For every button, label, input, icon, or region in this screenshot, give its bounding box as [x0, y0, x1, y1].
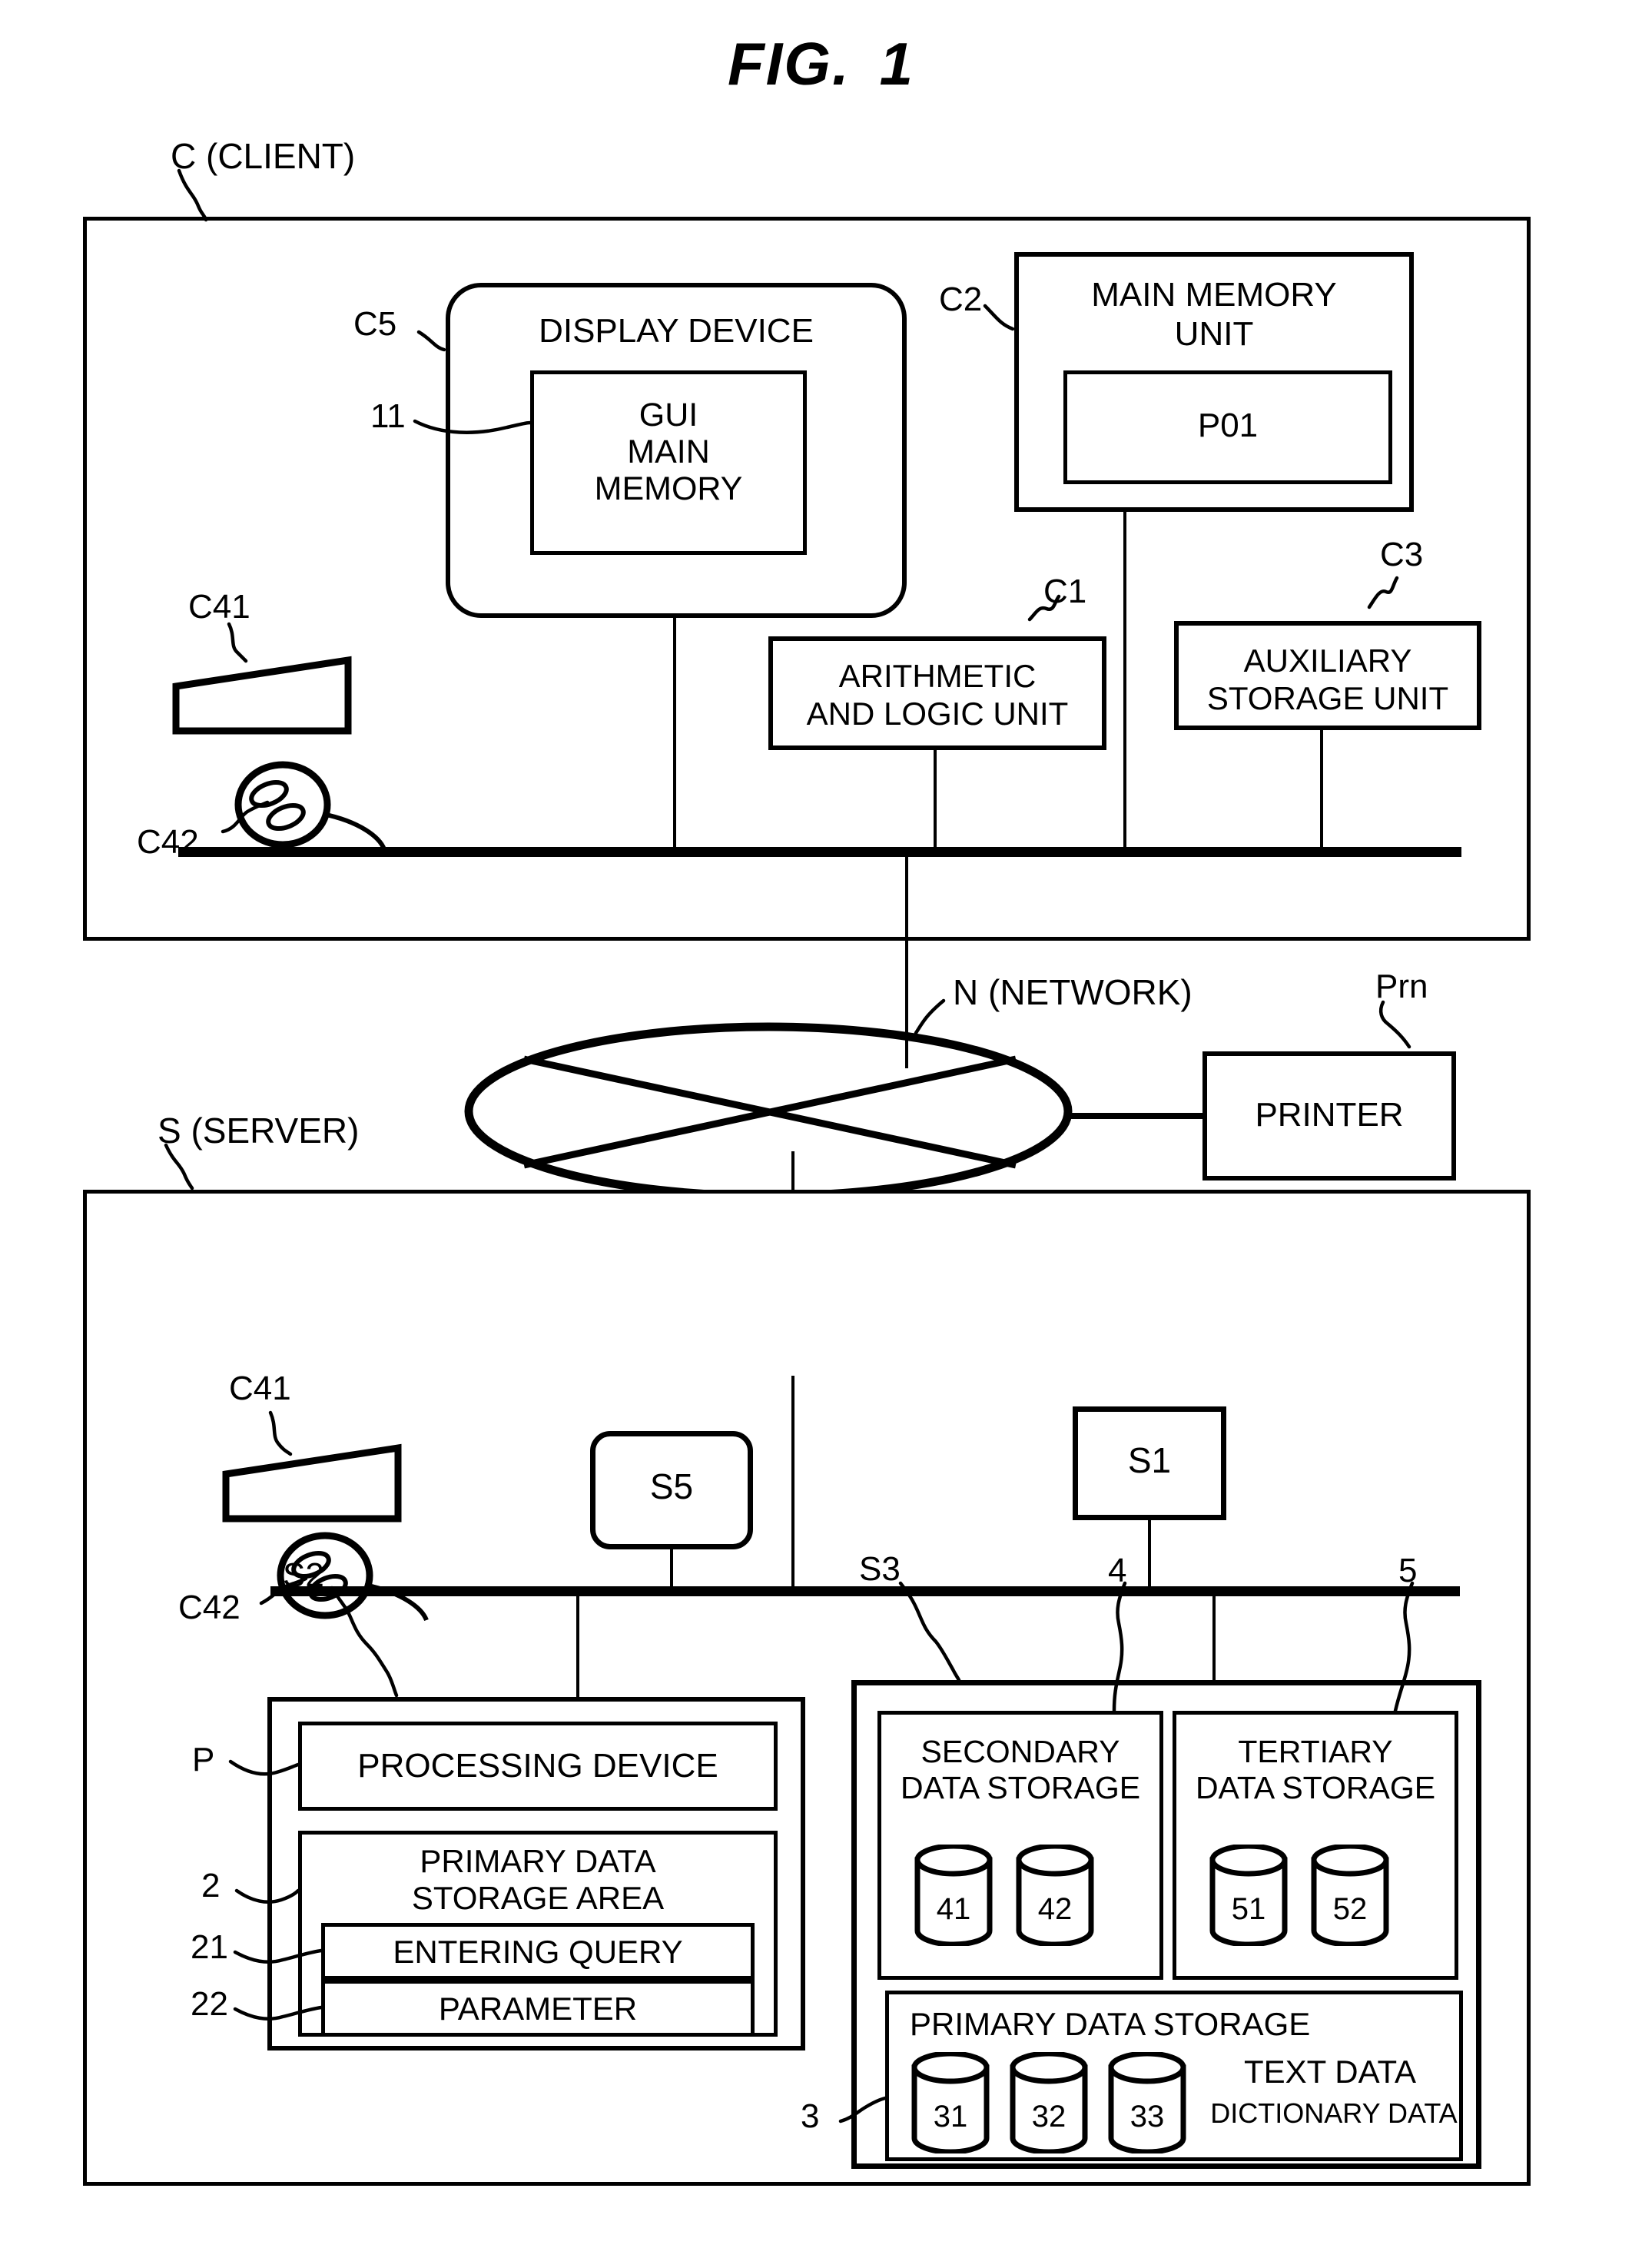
- disk-42-label: 42: [1037, 1892, 1073, 1926]
- s1-title: S1: [1127, 1440, 1172, 1480]
- main-memory-bus-line: [1123, 512, 1126, 848]
- server-keyboard-icon: [222, 1443, 402, 1523]
- primary-data-storage-area-title: PRIMARY DATA STORAGE AREA: [411, 1843, 665, 1917]
- primary-data-storage-ref-label: 3: [801, 2097, 820, 2135]
- disk-33: 33: [1105, 2052, 1189, 2153]
- printer-title: PRINTER: [1255, 1096, 1404, 1134]
- gui-main-memory-title: GUI MAIN MEMORY: [594, 397, 743, 508]
- primary-data-storage-title: PRIMARY DATA STORAGE: [910, 2006, 1311, 2042]
- printer-ref-label: Prn: [1375, 968, 1428, 1005]
- disk-31-label: 31: [933, 2100, 968, 2134]
- disk-52-label: 52: [1332, 1892, 1368, 1926]
- main-memory-unit-ref-label: C2: [939, 281, 983, 318]
- disk-33-label: 33: [1129, 2100, 1165, 2134]
- patent-figure-1: FIG. 1 C (CLIENT) DISPLAY DEVICE C5 GUI M…: [0, 0, 1642, 2268]
- tertiary-data-storage-title: TERTIARY DATA STORAGE: [1195, 1734, 1436, 1805]
- figure-title-prefix: FIG.: [727, 30, 851, 98]
- server-ref-label: S (SERVER): [158, 1111, 360, 1151]
- disk-32-label: 32: [1031, 2100, 1066, 2134]
- arithmetic-logic-unit-ref-label: C1: [1043, 573, 1087, 610]
- entering-query-title: ENTERING QUERY: [393, 1934, 683, 1970]
- s5-bus-line: [670, 1549, 673, 1596]
- tertiary-data-storage-ref-label: 5: [1398, 1552, 1418, 1589]
- client-to-network-line: [905, 853, 908, 1068]
- gui-main-memory-ref-label: 11: [370, 397, 406, 435]
- client-keyboard-ref-label: C41: [188, 588, 250, 626]
- parameter-title: PARAMETER: [438, 1991, 638, 2027]
- page-title: FIG. 1: [0, 29, 1642, 99]
- disk-32: 32: [1007, 2052, 1091, 2153]
- auxiliary-storage-unit-title: AUXILIARY STORAGE UNIT: [1206, 643, 1449, 716]
- client-ref-label: C (CLIENT): [171, 136, 356, 176]
- main-memory-unit-title: MAIN MEMORY UNIT: [1091, 276, 1337, 354]
- network-disc-icon: [464, 1022, 1073, 1200]
- s2-bus-line: [576, 1589, 579, 1699]
- s5-title: S5: [649, 1466, 694, 1506]
- figure-title-number: 1: [879, 30, 915, 98]
- secondary-data-storage-ref-label: 4: [1108, 1552, 1127, 1589]
- s2-ref-label: S2: [283, 1556, 324, 1594]
- secondary-data-storage-title: SECONDARY DATA STORAGE: [900, 1734, 1141, 1805]
- disk-42: 42: [1013, 1845, 1097, 1946]
- display-device-ref-label: C5: [353, 305, 397, 343]
- client-mouse-icon: [234, 761, 386, 851]
- primary-data-storage-area-ref-label: 2: [201, 1867, 221, 1904]
- processing-device-title: PROCESSING DEVICE: [357, 1747, 718, 1785]
- p01-title: P01: [1197, 407, 1259, 444]
- arithmetic-logic-unit-title: ARITHMETIC AND LOGIC UNIT: [806, 658, 1069, 732]
- processing-device-ref-label: P: [192, 1741, 215, 1778]
- disk-41: 41: [911, 1845, 996, 1946]
- client-mouse-ref-label: C42: [137, 823, 199, 861]
- auxiliary-storage-bus-line: [1320, 730, 1323, 848]
- display-device-bus-line: [673, 618, 676, 848]
- disk-41-label: 41: [936, 1892, 971, 1926]
- server-mouse-ref-label: C42: [178, 1589, 240, 1626]
- dictionary-data-label: DICTIONARY DATA: [1210, 2097, 1458, 2129]
- auxiliary-storage-unit-ref-label: C3: [1380, 536, 1424, 573]
- s1-bus-line: [1148, 1520, 1151, 1596]
- disk-52: 52: [1308, 1845, 1392, 1946]
- s3-ref-label: S3: [859, 1550, 901, 1588]
- client-keyboard-icon: [172, 656, 352, 735]
- display-device-title: DISPLAY DEVICE: [539, 312, 814, 350]
- network-bus-line: [791, 1376, 794, 1596]
- s3-bus-line: [1212, 1589, 1216, 1682]
- server-keyboard-ref-label: C41: [229, 1370, 291, 1407]
- entering-query-ref-label: 21: [191, 1928, 228, 1966]
- text-data-label: TEXT DATA: [1243, 2054, 1417, 2090]
- disk-31: 31: [908, 2052, 993, 2153]
- disk-51-label: 51: [1231, 1892, 1266, 1926]
- parameter-ref-label: 22: [191, 1985, 228, 2023]
- alu-bus-line: [934, 750, 937, 848]
- disk-51: 51: [1206, 1845, 1291, 1946]
- network-ref-label: N (NETWORK): [953, 972, 1193, 1012]
